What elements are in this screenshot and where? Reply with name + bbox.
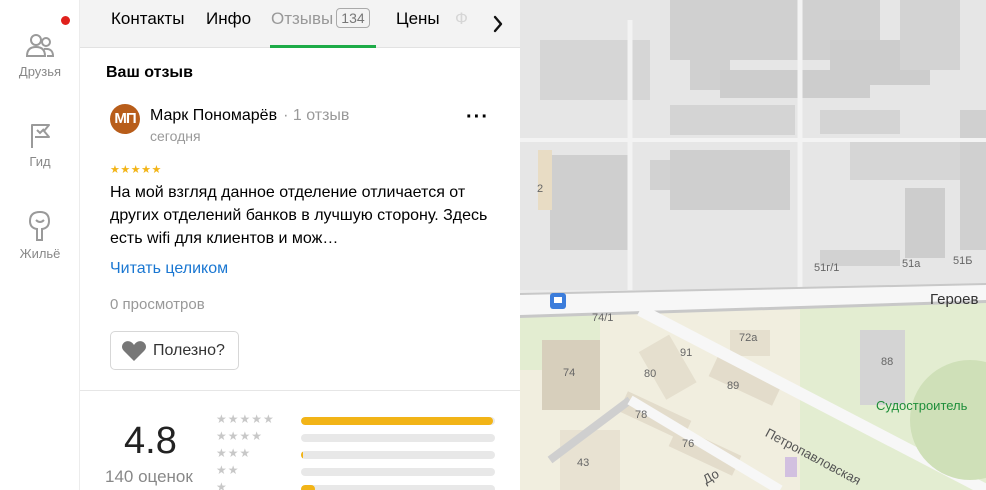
rail-item-housing[interactable]: Жильё [0, 210, 80, 261]
rating-stars-5: ★★★★★ [216, 412, 275, 426]
review-date: сегодня [150, 128, 201, 144]
place-panel: Контакты Инфо Отзывы 134 Цены Ф Ваш отзыв… [80, 0, 520, 490]
rating-fill-3 [301, 451, 303, 459]
review-author: Марк Пономарёв · 1 отзыв [150, 107, 349, 125]
author-name[interactable]: Марк Пономарёв [150, 107, 277, 124]
chevron-right-icon[interactable] [484, 10, 512, 38]
tab-prices[interactable]: Цены [396, 9, 440, 29]
map-label: 43 [577, 457, 590, 469]
rating-stars-3: ★★★ [216, 446, 252, 460]
rating-bar-4 [301, 434, 495, 442]
poi-label[interactable]: Судостроитель [876, 398, 967, 413]
street-label: Героев [930, 291, 979, 308]
active-tab-indicator [270, 45, 376, 48]
tab-faded: Ф [455, 9, 468, 28]
tab-info[interactable]: Инфо [206, 9, 251, 29]
avatar[interactable]: МП [110, 104, 140, 134]
review-stars: ★★★★★ [110, 164, 162, 176]
map[interactable]: 2 51г/1 51а 51Б Героев 74/1 72а 91 80 74… [520, 0, 986, 490]
rail-label-guide: Гид [29, 154, 51, 169]
map-label: 72а [739, 332, 758, 344]
rating-row-4: ★★★★ [216, 429, 496, 447]
rating-bar-3 [301, 451, 495, 459]
rating-bar-5 [301, 417, 495, 425]
map-label: 51Б [953, 255, 973, 267]
author-review-count: · 1 отзыв [283, 107, 350, 124]
housing-icon [28, 210, 51, 241]
map-label: 91 [680, 347, 693, 359]
more-options-icon[interactable]: ··· [466, 107, 489, 127]
rating-row-1: ★ [216, 480, 496, 490]
map-label: 51г/1 [814, 262, 840, 274]
rating-count: 140 оценок [105, 467, 193, 486]
rating-bar-1 [301, 485, 495, 490]
rail-item-friends[interactable]: Друзья [0, 32, 80, 79]
average-rating: 4.8 [124, 420, 177, 462]
divider [80, 390, 520, 391]
views-count: 0 просмотров [110, 296, 205, 313]
tab-bar: Контакты Инфо Отзывы 134 Цены Ф [80, 0, 520, 48]
rail-label-friends: Друзья [18, 64, 62, 79]
rating-fill-1 [301, 485, 315, 490]
map-label: 76 [682, 438, 695, 450]
rating-row-3: ★★★ [216, 446, 496, 464]
rail-item-guide[interactable]: Гид [0, 122, 80, 169]
tab-reviews-count: 134 [336, 8, 370, 28]
rating-stars-4: ★★★★ [216, 429, 264, 443]
rail-label-housing: Жильё [19, 246, 61, 261]
useful-button[interactable]: Полезно? [110, 331, 239, 370]
flag-icon [31, 124, 50, 148]
map-label: 89 [727, 380, 740, 392]
map-label: 80 [644, 368, 657, 380]
friends-icon [25, 34, 55, 57]
map-label: 51а [902, 258, 921, 270]
map-label: 88 [881, 356, 894, 368]
read-more-link[interactable]: Читать целиком [110, 260, 228, 278]
your-review-title: Ваш отзыв [106, 64, 193, 81]
map-label: 74 [563, 367, 576, 379]
rating-fill-5 [301, 417, 494, 425]
tab-contacts[interactable]: Контакты [111, 9, 184, 29]
left-rail: Друзья Гид Жильё [0, 0, 80, 490]
rating-stars-1: ★ [216, 480, 228, 490]
useful-label: Полезно? [153, 341, 225, 359]
map-label: 74/1 [592, 312, 614, 324]
map-canvas [520, 0, 986, 490]
rating-stars-2: ★★ [216, 463, 240, 477]
review-text: На мой взгляд данное отделение отличаетс… [110, 184, 488, 247]
tab-reviews[interactable]: Отзывы 134 [271, 8, 370, 29]
rating-row-2: ★★ [216, 463, 496, 481]
tab-reviews-label: Отзывы [271, 9, 334, 28]
notification-dot [61, 16, 70, 25]
rating-row-5: ★★★★★ [216, 412, 496, 430]
rating-bar-2 [301, 468, 495, 476]
heart-icon [122, 341, 146, 361]
map-label: 2 [537, 183, 544, 195]
map-label: 78 [635, 409, 648, 421]
